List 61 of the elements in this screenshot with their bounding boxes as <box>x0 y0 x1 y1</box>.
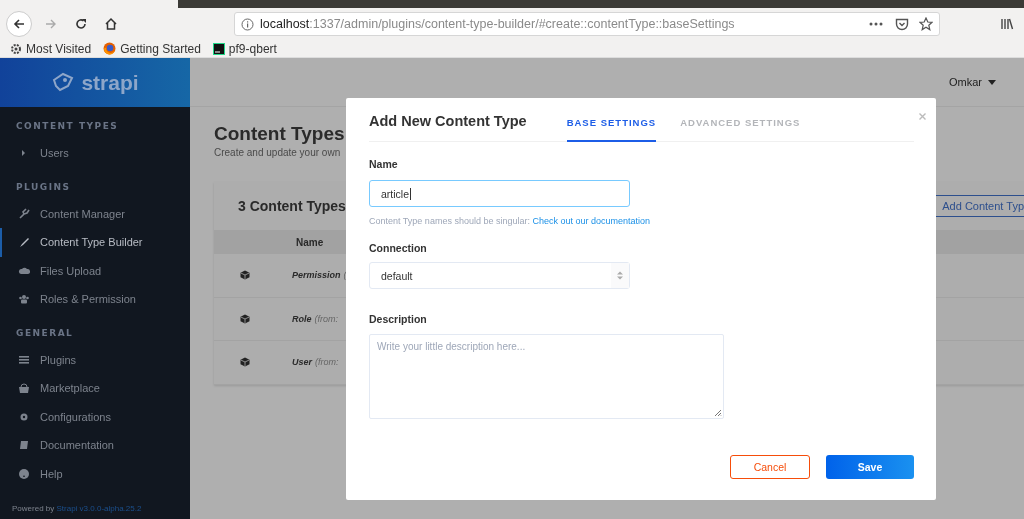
connection-select[interactable]: default <box>369 262 630 289</box>
section-title: GENERAL <box>15 326 75 340</box>
settings-tab[interactable]: BASE SETTINGS <box>566 117 657 142</box>
sidebar-item[interactable]: Documentation <box>0 431 190 460</box>
section-title: PLUGINS <box>15 180 72 194</box>
section-title: CONTENT TYPES <box>15 120 120 133</box>
pocket-icon[interactable] <box>895 17 909 31</box>
description-field[interactable]: Write your little description here... <box>369 334 724 419</box>
card-title: 3 Content Types <box>238 198 346 214</box>
brush-icon <box>18 236 30 249</box>
star-icon[interactable] <box>919 17 933 31</box>
forward-arrow-icon <box>44 17 58 31</box>
address-bar[interactable]: localhost:1337/admin/plugins/content-type-builder/#create::contentType::baseSettings <box>234 12 940 36</box>
basket-icon <box>18 382 30 395</box>
page-title: Content Types <box>214 123 345 145</box>
globe-icon <box>103 42 117 55</box>
url-text: localhost:1337/admin/plugins/content-type-builder/#create::contentType::baseSettings <box>260 17 736 31</box>
sidebar-item[interactable]: Roles & Permission <box>0 285 190 314</box>
sidebar-item[interactable]: Content Type Builder <box>0 228 190 257</box>
table-cell: User (from: <box>292 357 339 368</box>
bookmark-link[interactable]: Most Visited <box>10 41 92 56</box>
modal-title: Add New Content Type <box>369 113 527 131</box>
logo-text: strapi <box>81 70 139 95</box>
footer-text: Powered by <box>12 504 56 513</box>
list-icon <box>18 353 30 366</box>
sidebar-item[interactable]: Content Manager <box>0 199 190 228</box>
sidebar-item[interactable]: Marketplace <box>0 374 190 403</box>
users-icon <box>18 293 30 306</box>
back-arrow-icon <box>12 17 26 31</box>
app-icon <box>212 42 225 55</box>
bookmark-link[interactable]: pf9-qbert <box>212 41 277 56</box>
sidebar-item[interactable]: Users <box>0 139 190 168</box>
save-button[interactable]: Save <box>826 455 914 479</box>
sort-icon <box>617 271 623 280</box>
sidebar-item[interactable]: Files Upload <box>0 256 190 285</box>
hint-text: Content Type names should be singular: <box>369 216 531 226</box>
name-input-field[interactable]: article <box>369 180 630 207</box>
caret-icon <box>988 79 996 85</box>
bookmark-link[interactable]: Getting Started <box>103 41 201 56</box>
sidebar-item[interactable]: Plugins <box>0 345 190 374</box>
resize-grip-icon[interactable] <box>713 408 722 417</box>
cube-icon <box>240 313 250 324</box>
library-icon[interactable] <box>1000 17 1014 31</box>
back-button[interactable] <box>6 11 32 37</box>
add-content-type-button[interactable]: Add Content Typ <box>935 195 1024 217</box>
table-cell: Role (from: <box>292 313 338 324</box>
field-label: Description <box>369 313 428 325</box>
reload-icon <box>74 17 88 31</box>
field-label: Name <box>369 158 399 170</box>
user-menu[interactable]: Omkar <box>949 76 996 88</box>
cancel-button[interactable]: Cancel <box>730 455 810 479</box>
field-label: Connection <box>369 242 428 254</box>
info-icon <box>241 17 254 31</box>
sidebar-item[interactable]: Help <box>0 459 190 488</box>
cube-icon <box>240 357 250 368</box>
documentation-link[interactable]: Check out our documentation <box>532 216 651 226</box>
home-icon <box>104 17 118 31</box>
page-subtitle: Create and update your own <box>214 147 342 158</box>
more-icon[interactable] <box>869 22 883 26</box>
cube-icon <box>240 270 250 281</box>
sidebar-item[interactable]: Configurations <box>0 402 190 431</box>
